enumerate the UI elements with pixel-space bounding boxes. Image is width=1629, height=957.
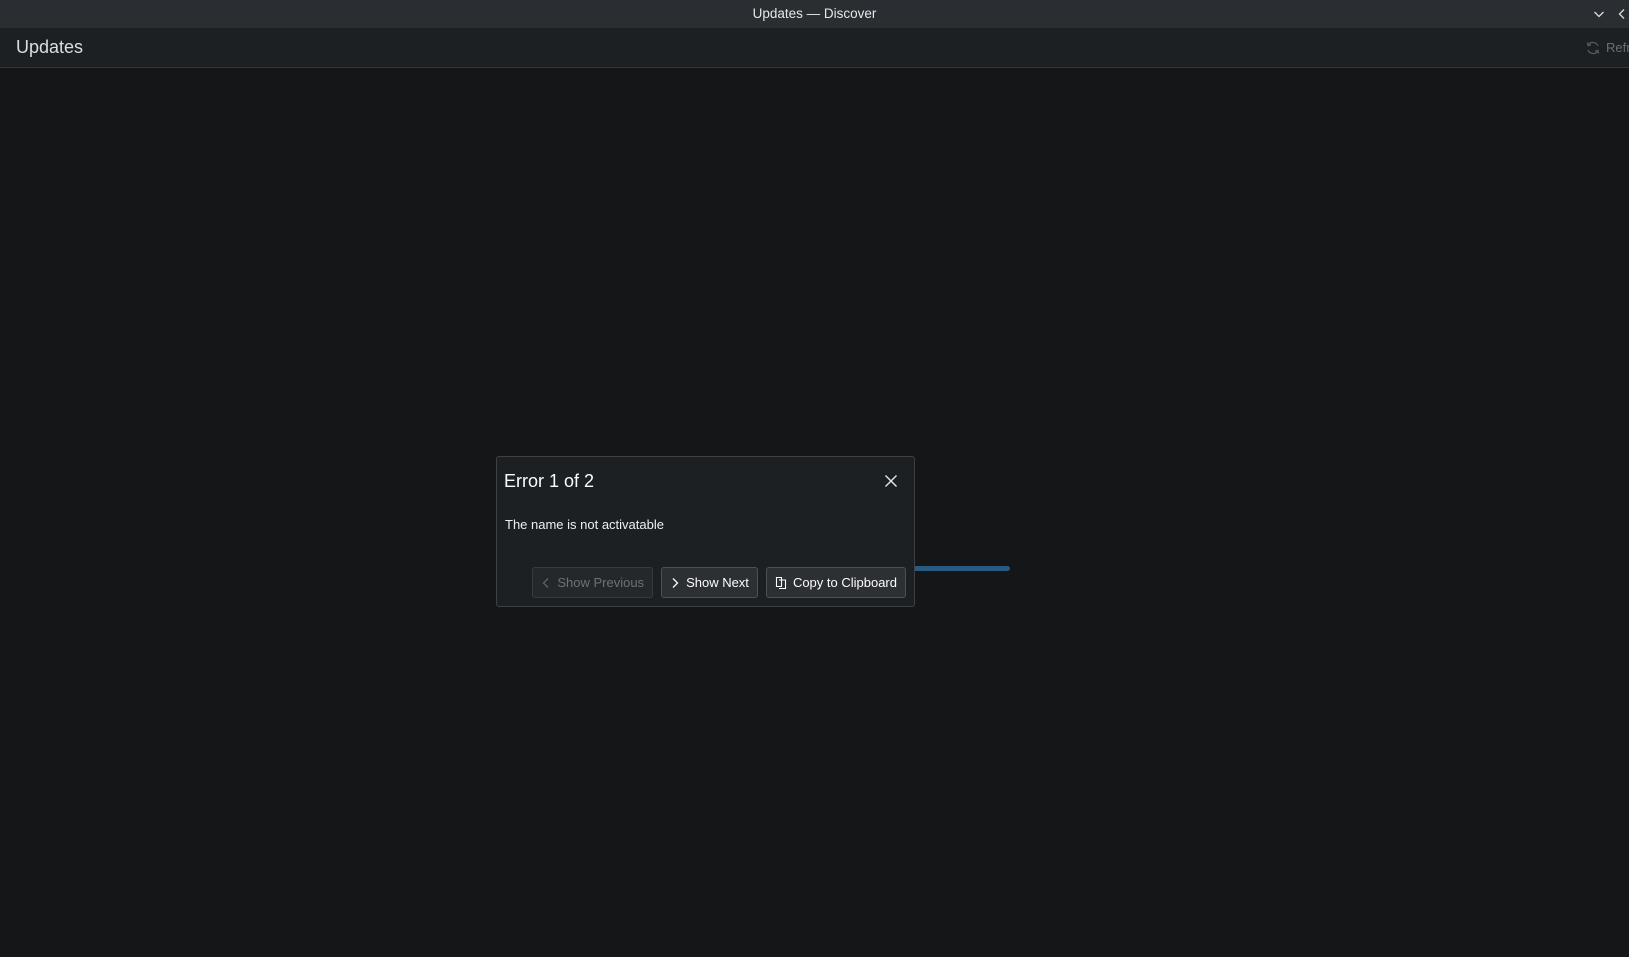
show-previous-label: Show Previous [557,575,645,590]
window-menu-button[interactable] [1612,4,1629,24]
copy-icon [775,576,786,589]
copy-to-clipboard-label: Copy to Clipboard [792,575,897,590]
error-dialog: Error 1 of 2 The name is not activatable… [496,456,915,607]
copy-to-clipboard-button[interactable]: Copy to Clipboard [765,567,906,598]
show-next-button[interactable]: Show Next [661,567,758,598]
chevron-left-icon [1618,9,1625,19]
refresh-button[interactable]: Refresh [1585,28,1629,67]
chevron-left-icon [542,577,549,588]
dialog-buttons: Show Previous Show Next Copy to Clipboar… [532,567,906,598]
refresh-icon [1586,41,1600,54]
page-header: Updates Refresh [0,28,1629,68]
chevron-right-icon [672,577,679,588]
progress-bar [910,566,1010,571]
show-next-label: Show Next [686,575,749,590]
minimize-button[interactable] [1589,4,1609,24]
close-button[interactable] [880,470,902,492]
close-icon [885,475,897,487]
refresh-label: Refresh [1606,40,1629,55]
window-titlebar: Updates — Discover [0,0,1629,28]
error-message: The name is not activatable [505,517,664,532]
chevron-down-icon [1594,11,1604,18]
page-title: Updates [16,37,84,57]
show-previous-button[interactable]: Show Previous [532,567,654,598]
dialog-title: Error 1 of 2 [504,471,595,491]
window-title: Updates — Discover [752,6,877,21]
